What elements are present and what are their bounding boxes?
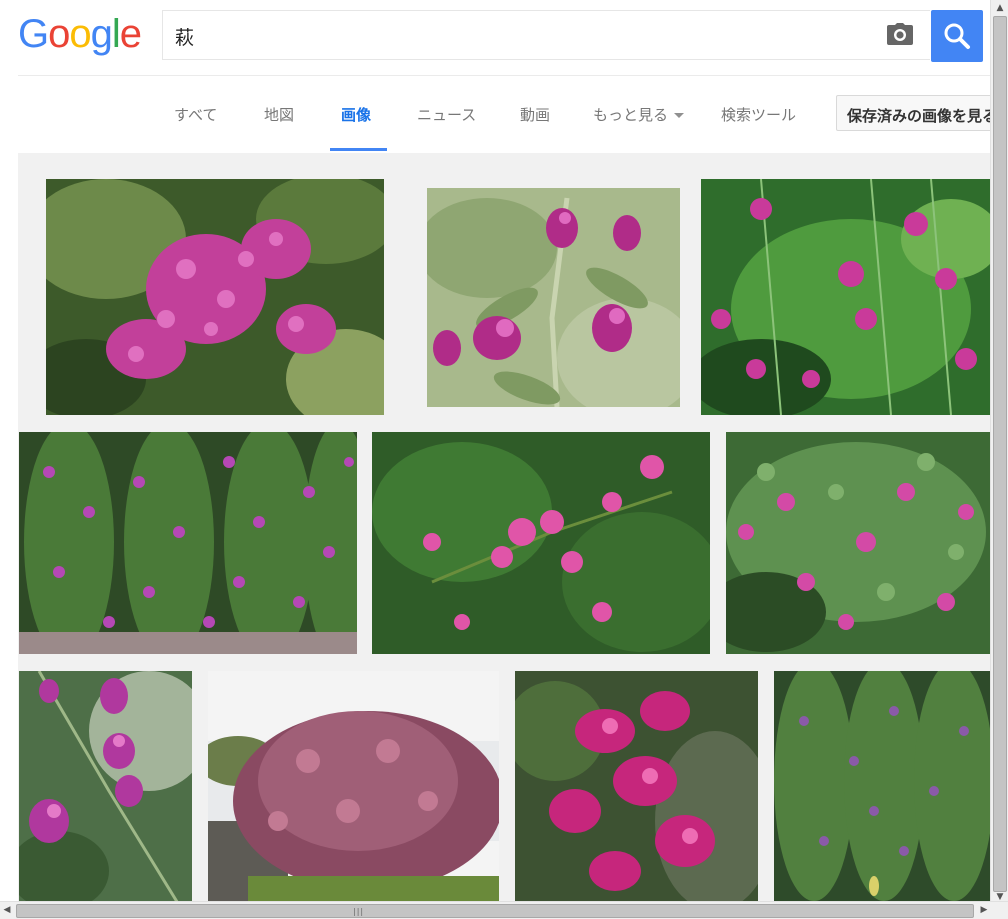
tab-more-label: もっと見る bbox=[593, 106, 669, 124]
tab-maps[interactable]: 地図 bbox=[264, 104, 294, 125]
tab-more[interactable]: もっと見る bbox=[593, 104, 685, 125]
horizontal-scrollbar-thumb[interactable]: ||| bbox=[16, 904, 974, 918]
scroll-right-icon[interactable]: ▶ bbox=[978, 905, 990, 915]
tab-videos[interactable]: 動画 bbox=[520, 104, 550, 125]
image-result[interactable] bbox=[427, 188, 680, 407]
vertical-scrollbar[interactable]: ▲ ▼ bbox=[990, 0, 1008, 905]
logo-letter: l bbox=[111, 12, 121, 56]
logo-letter: e bbox=[119, 12, 142, 56]
image-result[interactable] bbox=[46, 179, 384, 415]
tab-images[interactable]: 画像 bbox=[341, 104, 371, 125]
search-box bbox=[162, 10, 930, 60]
image-result[interactable] bbox=[726, 432, 990, 654]
vertical-scrollbar-thumb[interactable] bbox=[993, 16, 1007, 892]
active-tab-indicator bbox=[330, 148, 387, 151]
page-margin bbox=[0, 0, 18, 919]
tab-all[interactable]: すべて bbox=[174, 104, 217, 125]
horizontal-scrollbar[interactable]: ◀ ||| ▶ bbox=[0, 901, 1008, 919]
image-result[interactable] bbox=[19, 671, 192, 905]
scroll-up-icon[interactable]: ▲ bbox=[991, 3, 1008, 13]
logo-letter: o bbox=[69, 12, 91, 56]
tab-search-tools[interactable]: 検索ツール bbox=[721, 104, 796, 125]
image-result[interactable] bbox=[774, 671, 990, 905]
chevron-down-icon bbox=[674, 113, 685, 118]
scroll-left-icon[interactable]: ◀ bbox=[1, 905, 13, 915]
grip-icon: ||| bbox=[353, 907, 365, 916]
tab-news[interactable]: ニュース bbox=[417, 104, 476, 125]
saved-images-button[interactable]: 保存済みの画像を見る bbox=[836, 95, 1006, 131]
image-result[interactable] bbox=[515, 671, 758, 905]
search-input[interactable] bbox=[175, 23, 875, 49]
logo-letter: o bbox=[48, 12, 70, 56]
search-button[interactable] bbox=[931, 10, 983, 62]
logo-letter: g bbox=[90, 12, 113, 56]
image-result[interactable] bbox=[372, 432, 710, 654]
logo-letter: G bbox=[18, 12, 49, 56]
image-result[interactable] bbox=[19, 432, 357, 654]
magnifier-icon bbox=[944, 23, 970, 49]
search-tabs: すべて 地図 画像 ニュース 動画 もっと見る 検索ツール 保存済みの画像を見る bbox=[18, 76, 1006, 153]
header: Google bbox=[0, 0, 990, 75]
image-result[interactable] bbox=[208, 671, 499, 905]
image-result[interactable] bbox=[701, 179, 990, 415]
camera-icon[interactable] bbox=[886, 22, 914, 48]
google-logo[interactable]: Google bbox=[18, 10, 142, 58]
image-results-grid bbox=[18, 153, 990, 905]
